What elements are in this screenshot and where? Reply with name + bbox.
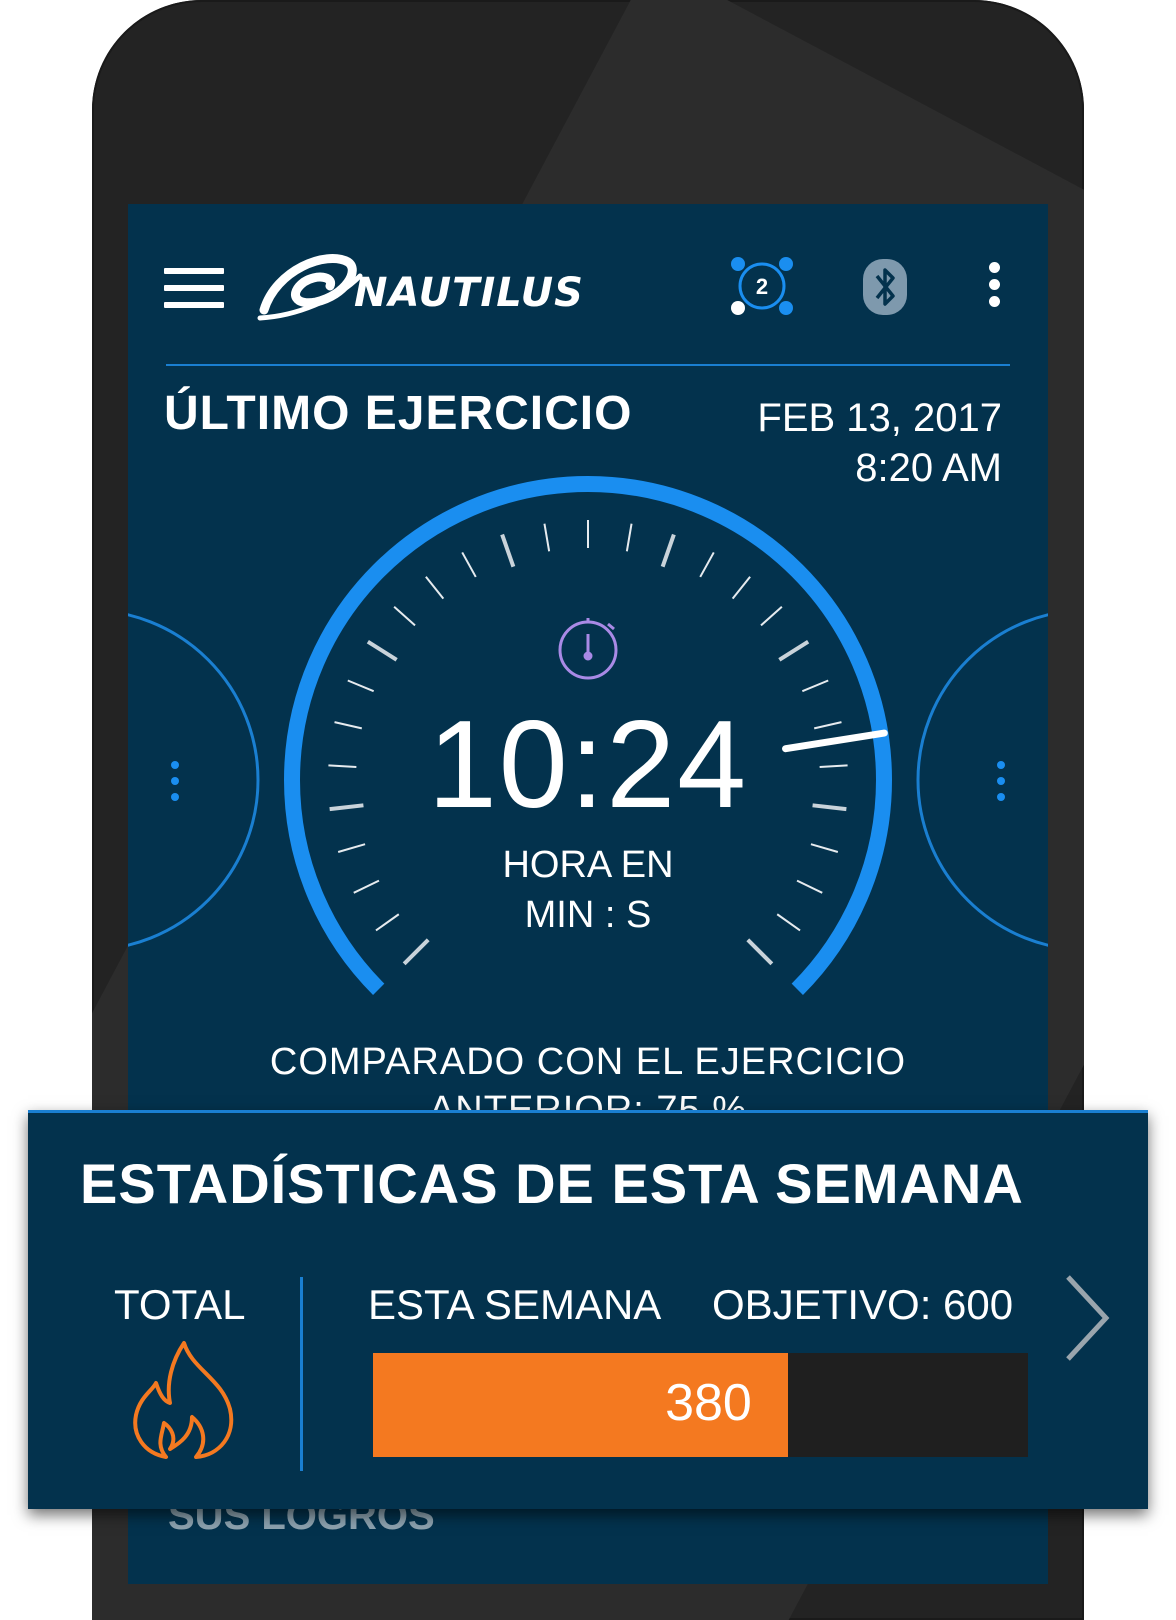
gauge-tick [760,606,783,627]
goal-label: OBJETIVO: 600 [712,1281,1014,1328]
swirl-logo-icon [257,254,363,321]
total-label: TOTAL [114,1281,246,1328]
weekly-stats-card: ESTADÍSTICAS DE ESTA SEMANA TOTAL ESTA S… [28,1110,1148,1509]
app-bar: NAUTILUS 2 [128,204,1048,364]
gauge-tick [731,576,751,600]
gauge-tick [660,533,676,568]
weekly-progress-bar: 380 [373,1353,1028,1457]
workout-time-value: 10:24 [427,696,749,834]
weekly-progress-value: 380 [665,1374,752,1432]
gauge-tick [425,576,445,600]
stats-separator [300,1277,303,1471]
bluetooth-icon[interactable] [862,258,908,316]
gauge-tick [699,551,715,578]
gauge-tick [500,533,516,568]
more-vert-icon[interactable] [984,262,1004,312]
flame-icon [133,1341,234,1459]
workout-date: FEB 13, 2017 [757,396,1002,440]
this-week-label: ESTA SEMANA [368,1281,662,1328]
stopwatch-icon [558,618,618,680]
brand-name: NAUTILUS [354,270,584,316]
gauge-tick [402,938,430,966]
nautilus-logo: NAUTILUS [256,240,616,330]
gauge-tick [347,679,375,693]
hamburger-icon[interactable] [164,268,224,312]
time-unit-line1: HORA EN [502,844,674,886]
comparison-line1: COMPARADO CON EL EJERCICIO [269,1041,907,1083]
last-workout-title: ÚLTIMO EJERCICIO [164,387,633,440]
group-badge: 2 [756,274,768,299]
time-unit-line2: MIN : S [524,894,652,936]
gauge-tick [625,523,633,552]
weekly-progress-fill: 380 [373,1353,788,1457]
gauge-tick [393,606,416,627]
weekly-stats-title: ESTADÍSTICAS DE ESTA SEMANA [80,1152,1024,1215]
gauge-tick [801,679,829,693]
gauge-tick [366,639,398,662]
chevron-right-icon[interactable] [1060,1273,1114,1363]
gauge-tick [543,523,551,552]
group-icon[interactable]: 2 [728,256,796,316]
gauge-tick [461,551,477,578]
header-divider [166,364,1010,366]
gauge-tick [746,938,774,966]
gauge-tick [778,639,810,662]
